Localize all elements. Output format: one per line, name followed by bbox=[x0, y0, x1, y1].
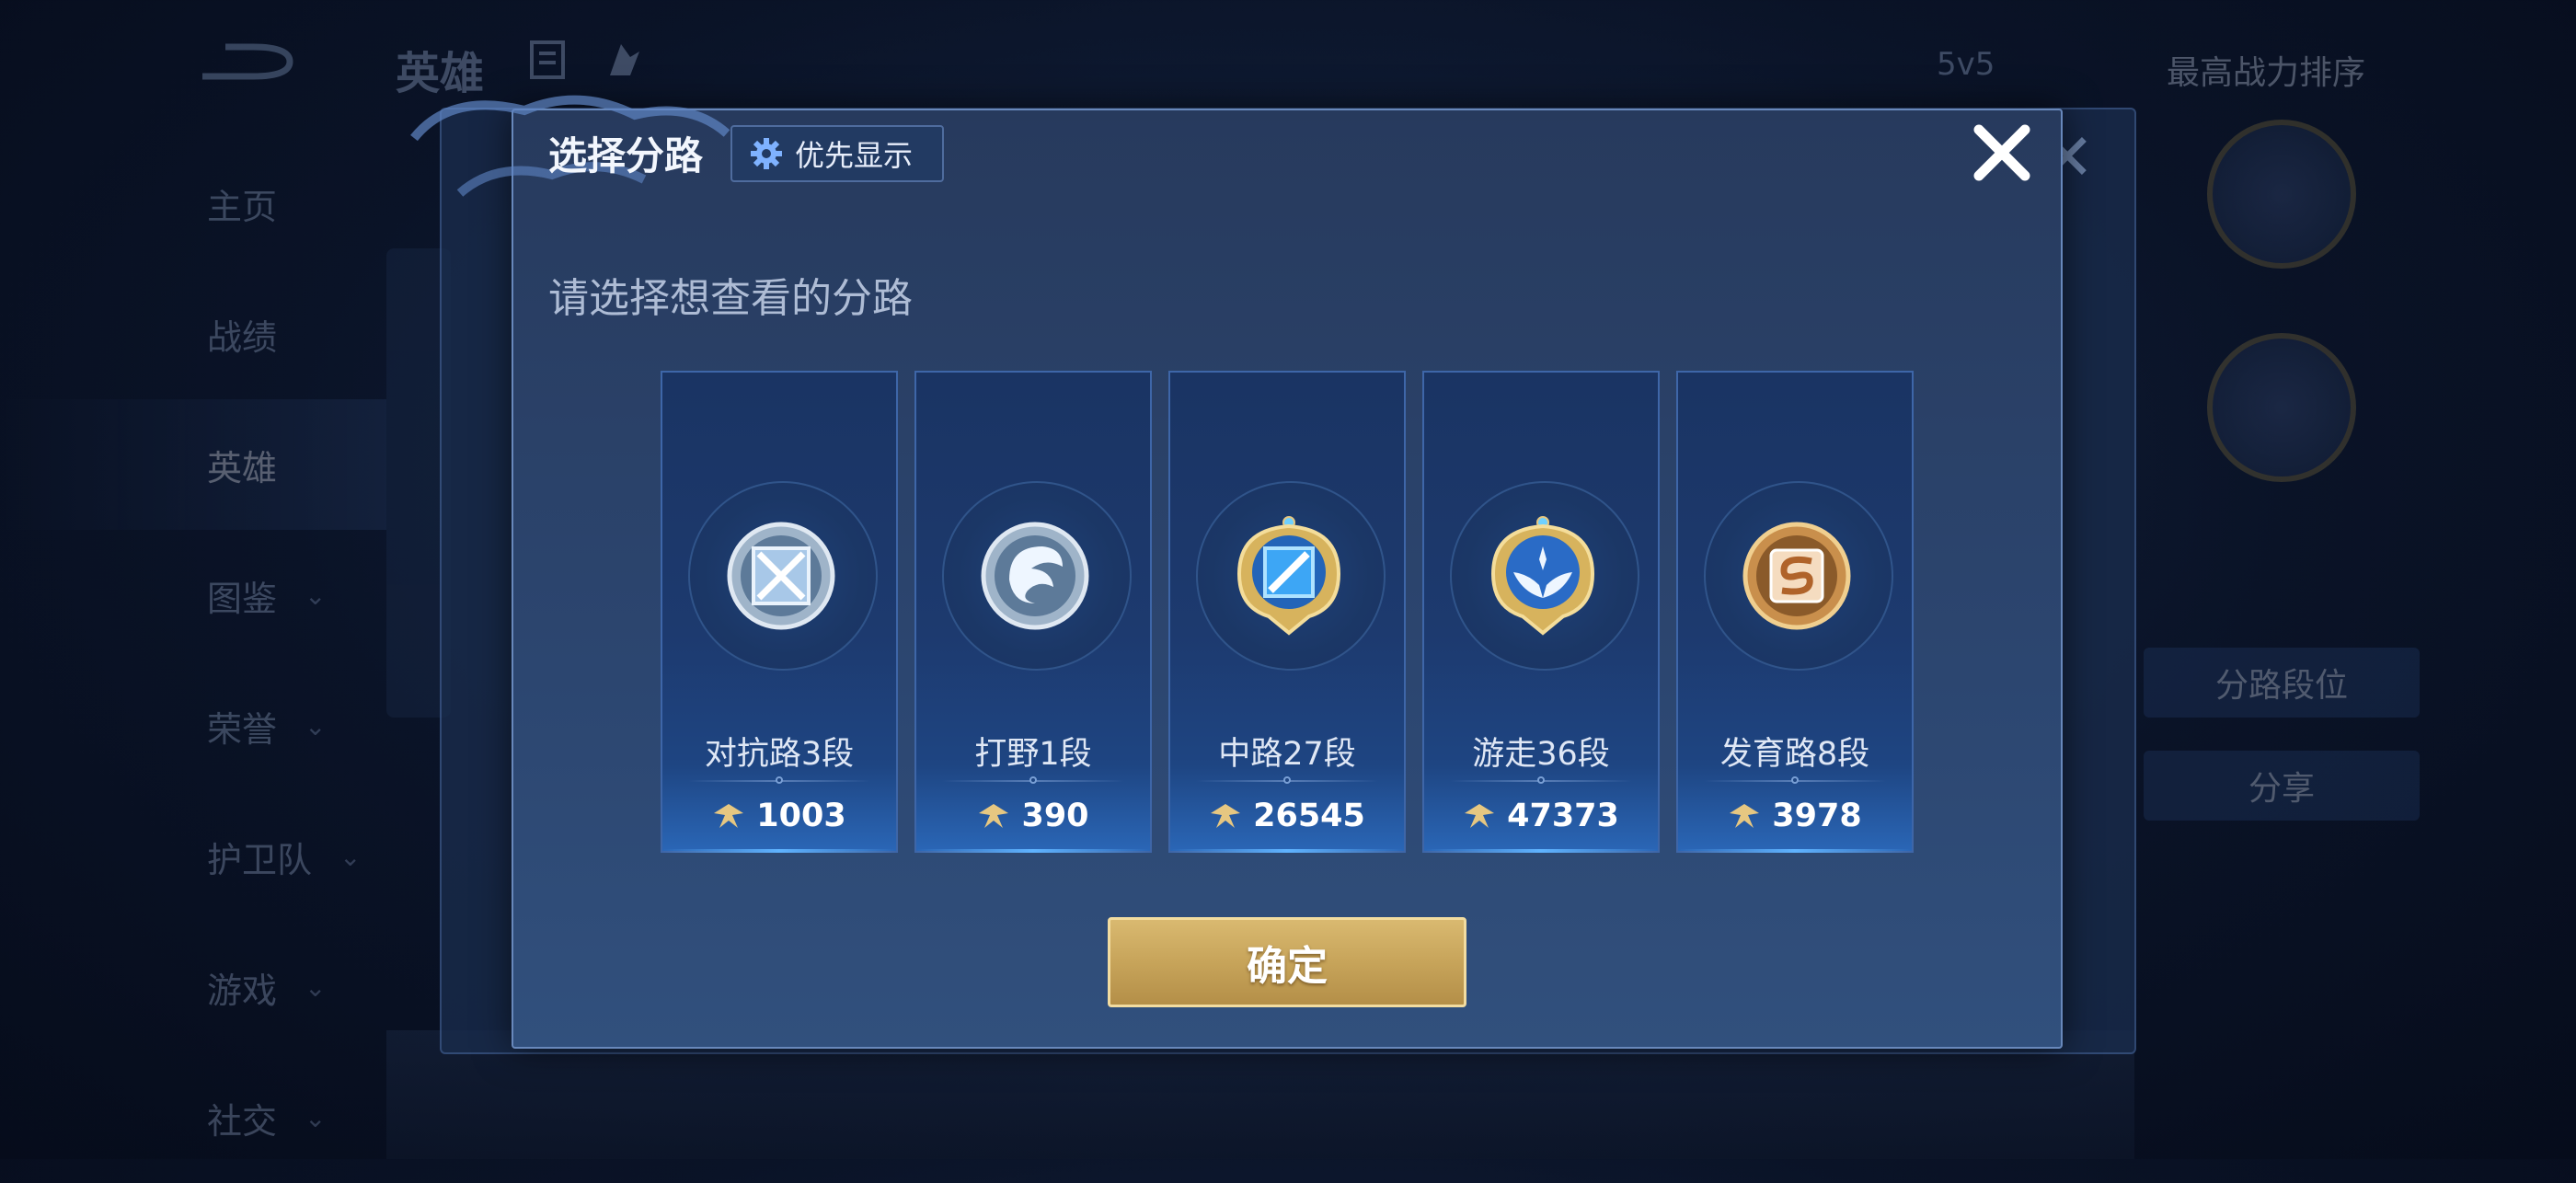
priority-display-button[interactable]: 优先显示 bbox=[730, 125, 944, 182]
lane-card-mid[interactable]: 中路27段 26545 bbox=[1168, 371, 1406, 853]
lane-card-list: 对抗路3段 1003 打野1段 390 中路27段 26545 游走36段 47… bbox=[661, 371, 1914, 853]
bg-rank-emblem-icon bbox=[2207, 333, 2356, 482]
lane-score: 26545 bbox=[1170, 798, 1404, 834]
bg-sidebar: 主页 战绩 英雄 图鉴 ⌄ 荣誉 ⌄ 护卫队 ⌄ 游戏 ⌄ 社交 ⌄ bbox=[0, 138, 386, 1183]
bg-nav-item: 英雄 bbox=[0, 399, 386, 530]
hero-icon bbox=[610, 44, 639, 75]
farm-lane-emblem-icon bbox=[1742, 522, 1851, 630]
bg-nav-item: 护卫队 ⌄ bbox=[207, 839, 362, 880]
lane-name: 打野1段 bbox=[974, 736, 1092, 773]
lane-score-value: 26545 bbox=[1253, 798, 1365, 834]
bg-rank-emblem-icon bbox=[2207, 120, 2356, 269]
chevron-down-icon: ⌄ bbox=[339, 841, 362, 872]
bg-nav-item: 主页 bbox=[207, 186, 278, 227]
lane-name: 对抗路3段 bbox=[704, 736, 855, 773]
lane-score-value: 1003 bbox=[756, 798, 846, 834]
confirm-button[interactable]: 确定 bbox=[1108, 917, 1466, 1007]
back-logo-icon bbox=[202, 43, 293, 80]
power-icon bbox=[714, 804, 744, 828]
card-divider bbox=[1704, 776, 1886, 784]
power-icon bbox=[1211, 804, 1241, 828]
power-icon bbox=[979, 804, 1009, 828]
bg-right-column: 分路段位 分享 bbox=[2134, 120, 2429, 854]
bg-lane-rank-button: 分路段位 bbox=[2144, 648, 2420, 718]
card-divider bbox=[688, 776, 870, 784]
dialog-subtitle: 请选择想查看的分路 bbox=[548, 275, 913, 322]
priority-display-label: 优先显示 bbox=[795, 138, 914, 173]
chevron-down-icon: ⌄ bbox=[305, 580, 327, 611]
bg-nav-item: 荣誉 ⌄ bbox=[207, 708, 327, 750]
lane-score-value: 47373 bbox=[1507, 798, 1619, 834]
lane-score: 1003 bbox=[662, 798, 896, 834]
lane-score: 3978 bbox=[1678, 798, 1912, 834]
card-divider bbox=[1450, 776, 1632, 784]
lane-card-roam[interactable]: 游走36段 47373 bbox=[1422, 371, 1660, 853]
lane-card-clash[interactable]: 对抗路3段 1003 bbox=[661, 371, 898, 853]
close-button[interactable] bbox=[1967, 118, 2037, 188]
clash-lane-emblem-icon bbox=[727, 522, 835, 630]
chevron-down-icon: ⌄ bbox=[305, 1102, 327, 1133]
chevron-down-icon: ⌄ bbox=[305, 971, 327, 1003]
lane-card-jungle[interactable]: 打野1段 390 bbox=[914, 371, 1152, 853]
card-divider bbox=[942, 776, 1124, 784]
power-icon bbox=[1465, 804, 1495, 828]
jungle-emblem-icon bbox=[981, 522, 1089, 630]
dialog-title: 选择分路 bbox=[548, 133, 704, 178]
lane-score-value: 390 bbox=[1021, 798, 1089, 834]
bg-nav-item: 社交 ⌄ bbox=[207, 1100, 327, 1142]
lane-name: 发育路8段 bbox=[1719, 736, 1870, 773]
lane-score: 47373 bbox=[1424, 798, 1658, 834]
chevron-down-icon: ⌄ bbox=[305, 710, 327, 741]
bg-nav-item: 图鉴 ⌄ bbox=[207, 578, 327, 619]
lane-score: 390 bbox=[916, 798, 1150, 834]
bg-nav-item: 游戏 ⌄ bbox=[207, 970, 327, 1011]
gear-icon bbox=[751, 138, 782, 169]
mid-lane-emblem-icon bbox=[1236, 516, 1341, 636]
card-divider bbox=[1196, 776, 1378, 784]
bg-nav-item: 战绩 bbox=[207, 316, 278, 358]
bg-mode-select: 5v5 bbox=[1937, 46, 1995, 83]
bg-sort-select: 最高战力排序 bbox=[2167, 54, 2366, 92]
close-icon bbox=[1973, 124, 2030, 181]
power-icon bbox=[1730, 804, 1760, 828]
lane-score-value: 3978 bbox=[1772, 798, 1862, 834]
lane-name: 游走36段 bbox=[1472, 736, 1610, 773]
lane-name: 中路27段 bbox=[1218, 736, 1356, 773]
lane-card-farm[interactable]: 发育路8段 3978 bbox=[1676, 371, 1914, 853]
book-icon bbox=[530, 40, 565, 79]
bg-share-button: 分享 bbox=[2144, 751, 2420, 821]
roam-emblem-icon bbox=[1490, 516, 1595, 636]
